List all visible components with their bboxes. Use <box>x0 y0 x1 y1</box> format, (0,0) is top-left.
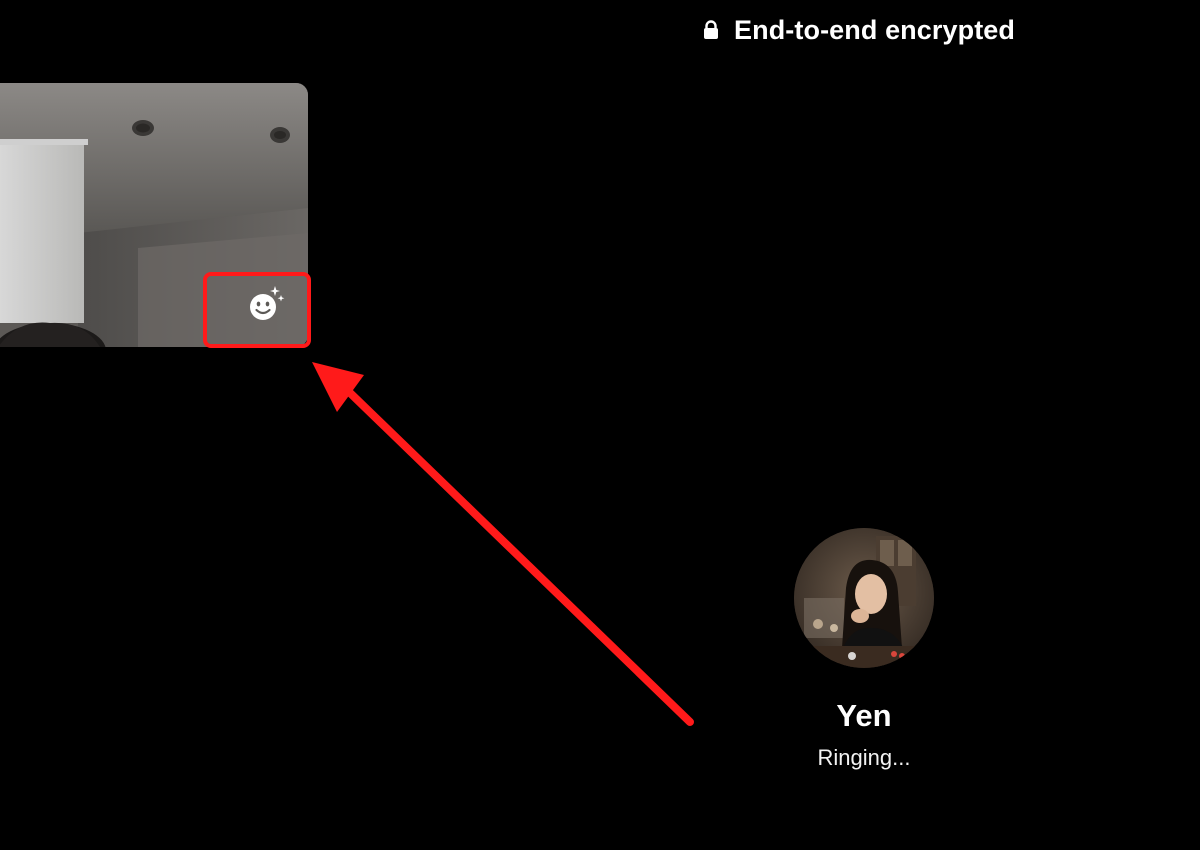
profile-photo <box>794 528 934 668</box>
effects-button[interactable] <box>246 284 286 324</box>
avatar[interactable] <box>794 528 934 668</box>
encryption-indicator: End-to-end encrypted <box>700 14 1015 46</box>
callee-panel: Yen Ringing... <box>764 528 964 772</box>
self-video-preview[interactable] <box>0 83 308 347</box>
face-sparkle-icon <box>250 286 285 320</box>
callee-name: Yen <box>836 698 892 733</box>
lock-icon <box>700 19 722 41</box>
encryption-label: End-to-end encrypted <box>734 14 1016 45</box>
call-status: Ringing... <box>817 745 911 770</box>
call-window: End-to-end encrypted Yen Ringing... <box>0 0 1200 850</box>
